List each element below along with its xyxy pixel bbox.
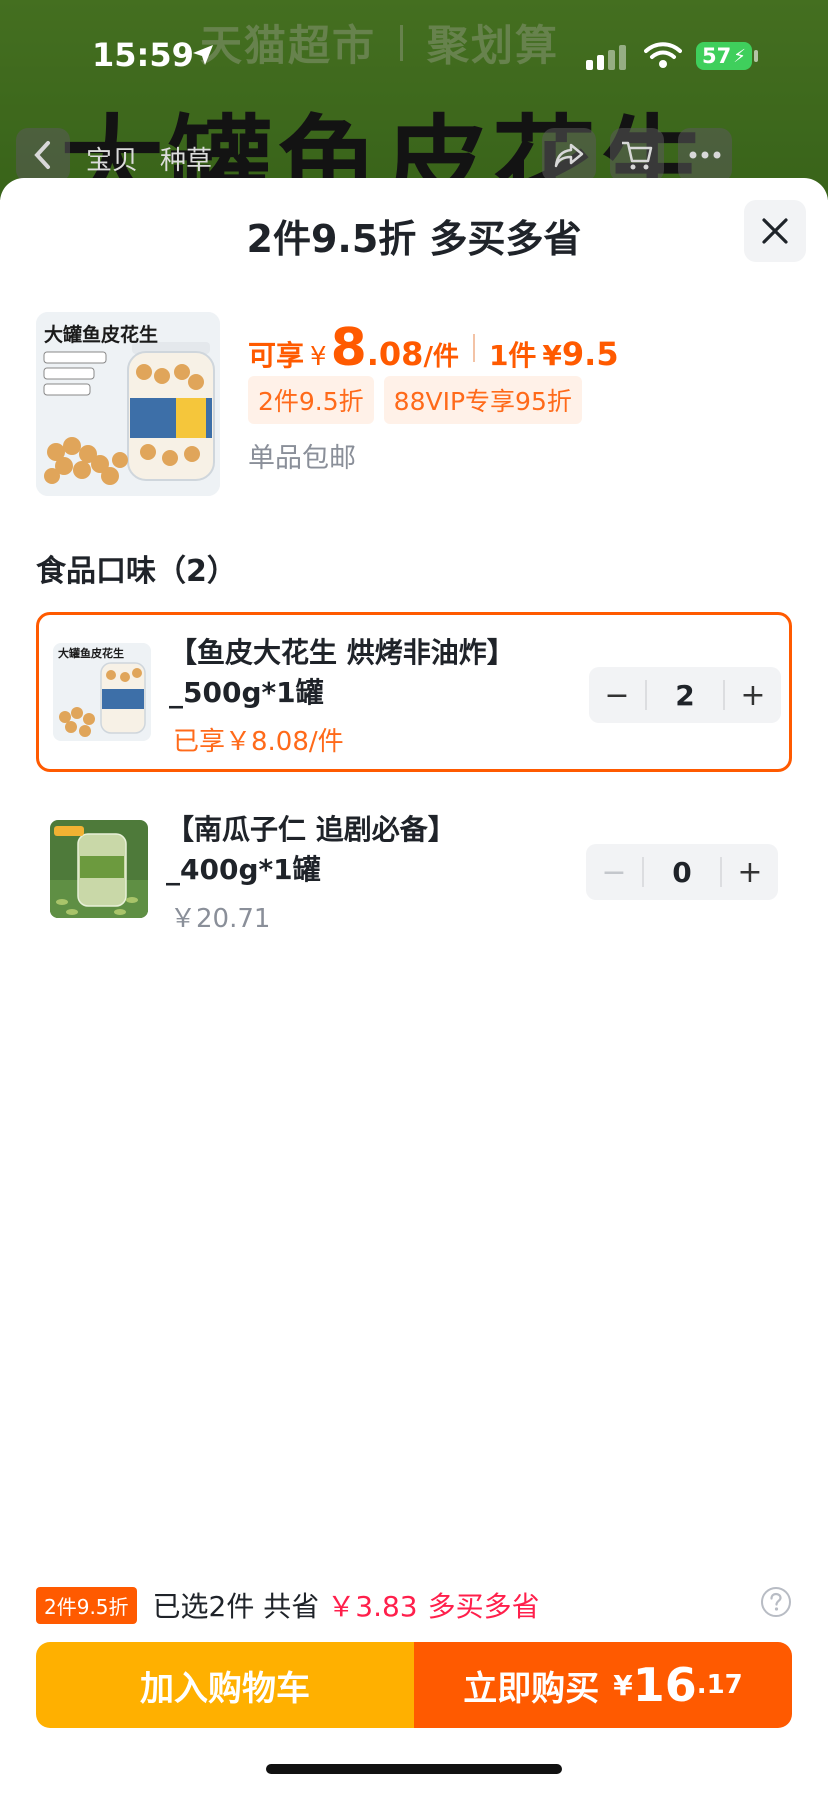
shipping-info: 单品包邮: [248, 443, 356, 474]
sku-name-line2: _500g*1罐: [169, 676, 324, 709]
sku-price: ￥20.71: [170, 904, 271, 934]
buy-now-price-int: 16: [632, 1658, 697, 1712]
share-button[interactable]: [542, 128, 596, 182]
product-image: 大罐鱼皮花生: [36, 312, 220, 496]
price-unit: /件: [423, 342, 459, 372]
background-nav-bar: 宝贝 种草: [16, 128, 812, 182]
cart-icon: [622, 141, 653, 170]
sku-name-line1: 【鱼皮大花生 烘烤非油炸】: [169, 636, 515, 669]
sku-name-line1: 【南瓜子仁 追剧必备】: [166, 813, 456, 846]
share-icon: [554, 143, 584, 168]
sku-thumbnail: [50, 820, 148, 918]
peanut-jar-thumbnail: 大罐鱼皮花生: [53, 643, 151, 741]
cart-button[interactable]: [610, 128, 664, 182]
product-image-title: 大罐鱼皮花生: [44, 324, 159, 346]
promo-tags: 2件9.5折 88VIP专享95折: [248, 376, 582, 424]
sheet-title: 2件9.5折 多买多省: [246, 217, 582, 261]
price-divider: [472, 334, 475, 362]
sku-price: 已享￥8.08/件: [173, 727, 344, 757]
help-icon[interactable]: [760, 1586, 792, 1618]
wifi-icon: [644, 42, 682, 68]
buy-now-currency: ¥: [613, 1668, 633, 1702]
tab-baobei[interactable]: 宝贝: [86, 140, 138, 177]
back-icon: [34, 141, 50, 169]
decrement-button[interactable]: −: [589, 667, 645, 723]
promo-bottom-sheet: 2件9.5折 多买多省 大罐鱼皮花生 可享 ¥ 8 .08 /件 1件 ¥ 9.…: [0, 178, 828, 1794]
background-nav-tabs: 宝贝 种草: [86, 140, 212, 177]
quantity-stepper: − 0 +: [586, 844, 778, 900]
single-currency: ¥: [542, 339, 562, 372]
action-buttons: 加入购物车 立即购买 ¥ 16 .17: [36, 1642, 792, 1728]
quantity-stepper: − 2 +: [589, 667, 781, 723]
price-decimal: .08: [366, 335, 424, 373]
price-line: 可享 ¥ 8 .08 /件 1件 ¥ 9.5: [248, 318, 619, 378]
sku-item-peanut[interactable]: 大罐鱼皮花生 【鱼皮大花生 烘烤非油炸】 _500g*1罐 已享￥8.08/件 …: [36, 612, 792, 772]
single-qty-label: 1件: [488, 339, 537, 372]
summary-promo-badge: 2件9.5折: [36, 1586, 137, 1624]
signal-icon: [586, 45, 626, 70]
tab-zhongcao[interactable]: 种草: [160, 140, 212, 177]
battery-level: 57: [702, 44, 732, 68]
status-time: 15:59: [92, 36, 194, 74]
summary-saved-amount: ￥3.83: [327, 1590, 418, 1623]
pumpkin-seed-jar-thumbnail: [50, 820, 148, 918]
close-icon: [762, 218, 788, 244]
increment-button[interactable]: +: [725, 667, 781, 723]
battery-tip: [754, 50, 758, 62]
decrement-button[interactable]: −: [586, 844, 642, 900]
price-currency: ¥: [310, 342, 327, 372]
price-label: 可享: [248, 339, 305, 372]
sku-name: 【南瓜子仁 追剧必备】 _400g*1罐: [166, 810, 526, 890]
buy-now-price-dec: .17: [696, 1670, 743, 1700]
increment-button[interactable]: +: [722, 844, 778, 900]
sku-name-line2: _400g*1罐: [166, 853, 321, 886]
sku-thumbnail: 大罐鱼皮花生: [53, 643, 151, 741]
sku-item-pumpkin-seed[interactable]: 【南瓜子仁 追剧必备】 _400g*1罐 ￥20.71 − 0 +: [36, 792, 792, 952]
battery-icon: 57 ⚡: [696, 42, 752, 70]
flavor-section-title: 食品口味（2）: [36, 554, 237, 589]
back-button[interactable]: [16, 128, 70, 182]
more-icon: [689, 151, 721, 159]
add-to-cart-button[interactable]: 加入购物车: [36, 1642, 414, 1728]
sku-name: 【鱼皮大花生 烘烤非油炸】 _500g*1罐: [169, 633, 529, 713]
summary-selected-text: 已选2件 共省: [152, 1590, 320, 1623]
close-button[interactable]: [744, 200, 806, 262]
summary-more-text: 多买多省: [427, 1590, 540, 1623]
quantity-value[interactable]: 0: [644, 856, 720, 889]
more-button[interactable]: [678, 128, 732, 182]
home-indicator[interactable]: [266, 1764, 562, 1774]
location-arrow-icon: [193, 45, 213, 65]
promo-tag: 2件9.5折: [248, 376, 374, 424]
price-integer: 8: [330, 318, 367, 378]
selection-summary: 2件9.5折 已选2件 共省 ￥3.83 多买多省: [36, 1584, 792, 1626]
single-price: 9.5: [561, 335, 619, 373]
quantity-value[interactable]: 2: [647, 679, 723, 712]
status-bar: 15:59 57 ⚡: [0, 30, 828, 80]
buy-now-button[interactable]: 立即购买 ¥ 16 .17: [414, 1642, 792, 1728]
promo-tag-vip: 88VIP专享95折: [383, 376, 582, 424]
buy-now-label: 立即购买: [463, 1668, 600, 1709]
svg-text:大罐鱼皮花生: 大罐鱼皮花生: [58, 646, 124, 660]
